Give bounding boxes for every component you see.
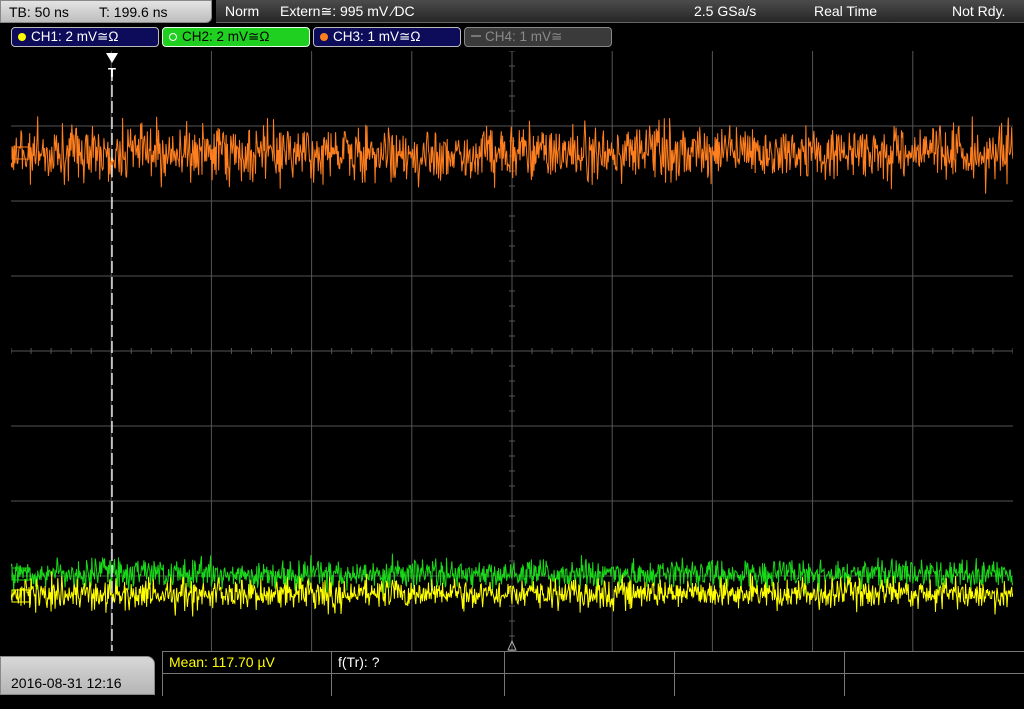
measurement-slot-9: [675, 674, 845, 696]
trigger-time-value: T: 199.6 ns: [99, 4, 168, 20]
ch4-indicator-icon: [471, 35, 481, 37]
freq-value: f(Tr): ?: [338, 654, 380, 670]
timebase-value: TB: 50 ns: [9, 4, 69, 20]
measurement-slot-5: [845, 652, 1024, 674]
channel-tab-ch4[interactable]: CH4: 1 mV≅: [464, 27, 612, 47]
channel-tab-ch1[interactable]: CH1: 2 mV≅Ω: [11, 27, 159, 47]
ch2-indicator-icon: [169, 33, 177, 41]
acquisition-mode: Norm: [225, 3, 260, 19]
measurement-slot-3: [505, 652, 675, 674]
measurement-mean: Mean: 117.70 µV: [162, 652, 332, 674]
top-status-bar: TB: 50 ns T: 199.6 ns Norm Extern≅: 995 …: [0, 0, 1024, 24]
ch3-label: CH3: 1 mV≅Ω: [333, 29, 421, 44]
sampling-mode: Real Time: [814, 3, 878, 19]
trigger-marker-label: T: [108, 65, 116, 80]
measurement-slot-6: [162, 674, 332, 696]
sample-rate: 2.5 GSa/s: [694, 3, 757, 19]
measurement-slot-4: [675, 652, 845, 674]
measurement-slot-8: [505, 674, 675, 696]
date-time-box[interactable]: 2016-08-31 12:16: [0, 656, 155, 695]
ch1-indicator-icon: [18, 33, 26, 41]
ch1-label: CH1: 2 mV≅Ω: [31, 29, 119, 44]
measurement-panel[interactable]: Mean: 117.70 µV f(Tr): ?: [162, 651, 1024, 696]
trigger-status: Not Rdy.: [952, 3, 1006, 19]
mean-value: Mean: 117.70 µV: [169, 654, 275, 670]
measurement-freq: f(Tr): ?: [332, 652, 505, 674]
date-time: 2016-08-31 12:16: [11, 675, 122, 691]
trigger-source: Extern≅: 995 mV ∕DC: [280, 3, 415, 19]
channel-tab-ch2[interactable]: CH2: 2 mV≅Ω: [162, 27, 310, 47]
measurement-slot-7: [332, 674, 505, 696]
timebase-box[interactable]: TB: 50 ns T: 199.6 ns: [0, 0, 212, 23]
ch4-label: CH4: 1 mV≅: [485, 29, 563, 44]
channel-tab-ch3[interactable]: CH3: 1 mV≅Ω: [313, 27, 461, 47]
measurement-slot-10: [845, 674, 1024, 696]
ch3-indicator-icon: [320, 33, 328, 41]
ch2-label: CH2: 2 mV≅Ω: [182, 29, 270, 44]
acquisition-status-bar[interactable]: Norm Extern≅: 995 mV ∕DC 2.5 GSa/s Real …: [216, 0, 1024, 23]
waveform-display[interactable]: T: [11, 51, 1013, 651]
